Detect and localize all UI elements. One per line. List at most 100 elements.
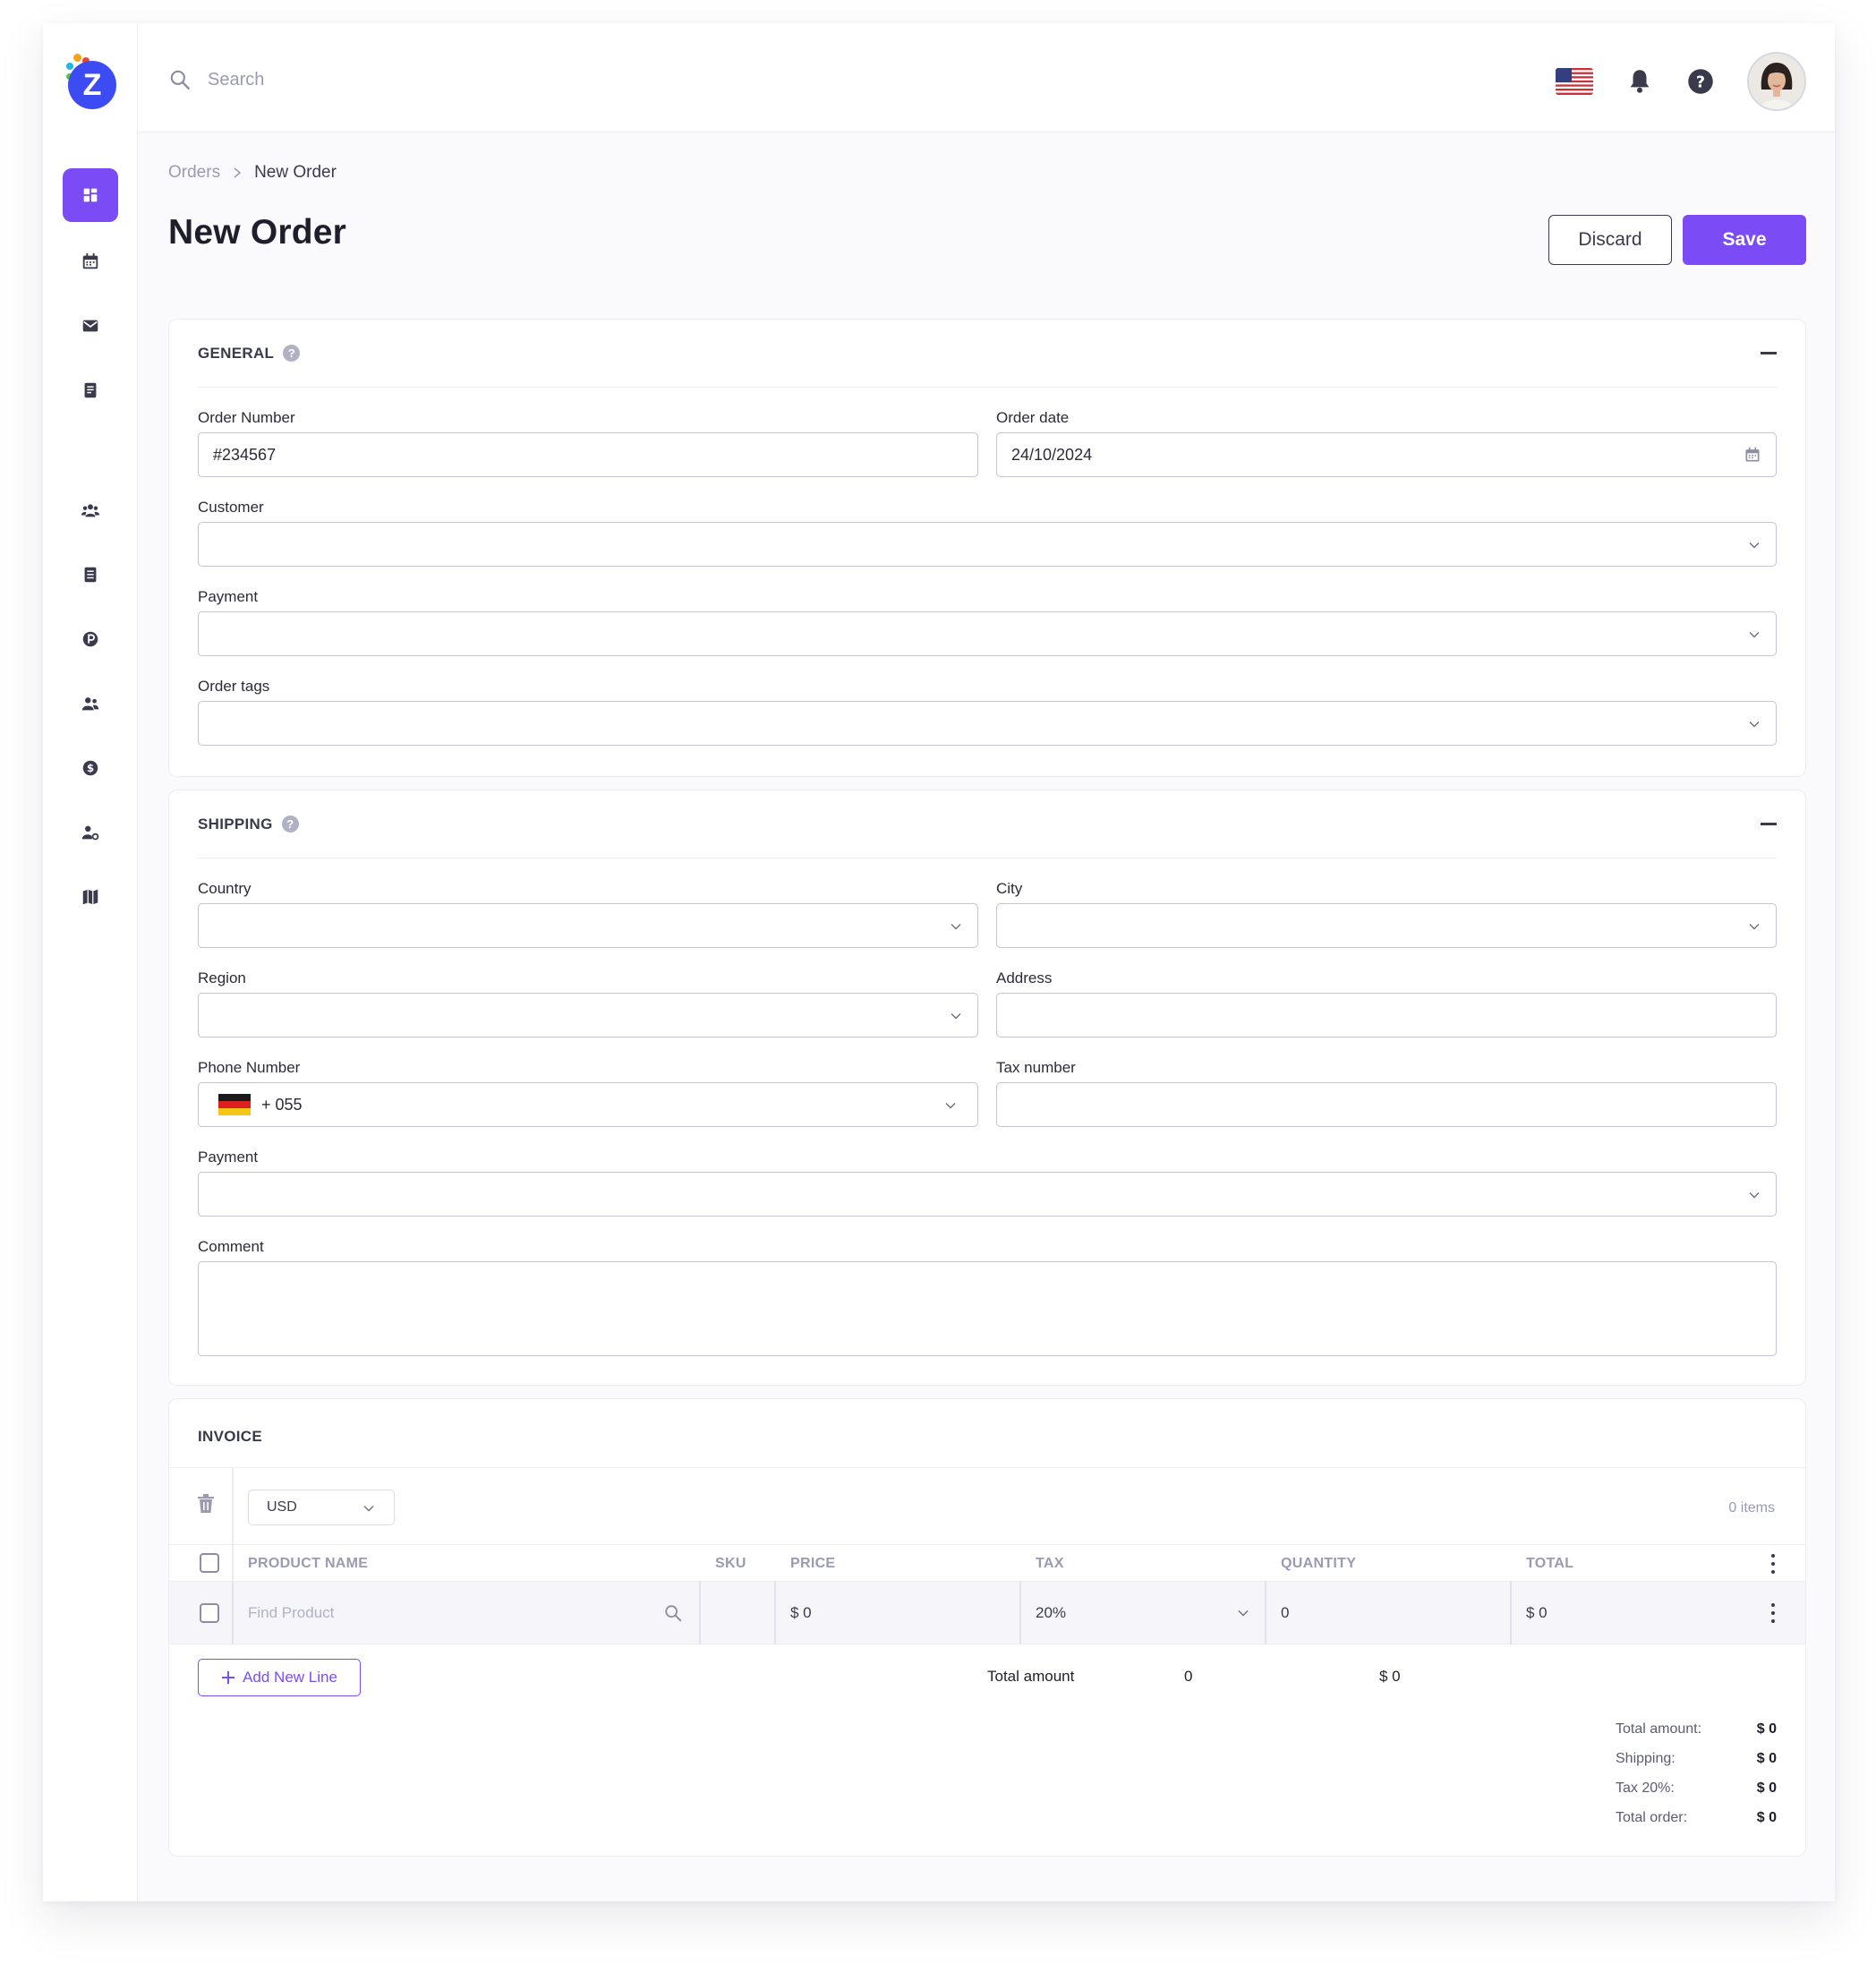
product-search-field[interactable]: Find Product bbox=[248, 1582, 695, 1644]
german-flag-icon[interactable] bbox=[218, 1094, 251, 1115]
currency-select[interactable]: USD bbox=[248, 1490, 395, 1525]
chevron-down-icon bbox=[1749, 1192, 1760, 1199]
region-label: Region bbox=[198, 969, 246, 986]
map-icon bbox=[82, 889, 98, 905]
invoice-icon bbox=[84, 382, 97, 398]
top-bar: ? bbox=[138, 23, 1835, 132]
nav-map[interactable] bbox=[63, 870, 118, 924]
table-row: Find Product $ 0 20% 0 $ 0 bbox=[169, 1582, 1805, 1644]
page-title: New Order bbox=[168, 213, 347, 252]
us-flag-icon[interactable] bbox=[1556, 68, 1593, 95]
city-select[interactable] bbox=[996, 903, 1777, 948]
tax-number-input[interactable] bbox=[996, 1082, 1777, 1127]
search-input[interactable] bbox=[208, 69, 566, 90]
order-number-field[interactable]: #234567 bbox=[198, 432, 978, 477]
tax-select[interactable]: 20% bbox=[1036, 1582, 1259, 1644]
order-date-field[interactable]: 24/10/2024 bbox=[996, 432, 1777, 477]
help-icon[interactable]: ? bbox=[1686, 67, 1715, 96]
nav-dashboard[interactable] bbox=[63, 168, 118, 222]
shipping-payment-select[interactable] bbox=[198, 1172, 1777, 1217]
app-window: Z $ Search ? Orders New Order New Order … bbox=[43, 23, 1835, 1901]
search-icon[interactable] bbox=[663, 1603, 683, 1623]
nav-team[interactable] bbox=[63, 483, 118, 537]
search-bar[interactable] bbox=[168, 68, 566, 91]
kebab-icon[interactable] bbox=[1771, 1603, 1775, 1623]
breadcrumb-current: New Order bbox=[254, 163, 337, 182]
column-price[interactable]: PRICE bbox=[790, 1556, 835, 1572]
address-input[interactable] bbox=[996, 993, 1777, 1038]
column-total[interactable]: TOTAL bbox=[1526, 1556, 1573, 1572]
total-amount-label: Total amount bbox=[987, 1668, 1075, 1685]
collapse-button[interactable] bbox=[1761, 352, 1777, 354]
kebab-icon[interactable] bbox=[1771, 1554, 1775, 1574]
discard-button[interactable]: Discard bbox=[1548, 215, 1672, 265]
quantity-cell[interactable]: 0 bbox=[1281, 1582, 1505, 1644]
nav-parking[interactable] bbox=[63, 612, 118, 666]
section-title: SHIPPING bbox=[198, 815, 273, 833]
shipping-header: SHIPPING ? bbox=[198, 790, 1777, 858]
price-cell[interactable]: $ 0 bbox=[790, 1582, 1014, 1644]
breadcrumb-orders-link[interactable]: Orders bbox=[168, 163, 220, 183]
chevron-down-icon[interactable] bbox=[945, 1100, 956, 1111]
column-sku[interactable]: SKU bbox=[715, 1556, 746, 1572]
order-tags-label: Order tags bbox=[198, 678, 270, 695]
logo-mark: Z bbox=[68, 61, 116, 109]
customer-select[interactable] bbox=[198, 522, 1777, 567]
nav-user-settings[interactable] bbox=[63, 806, 118, 859]
divider bbox=[232, 1582, 234, 1644]
nav-users[interactable] bbox=[63, 677, 118, 730]
chevron-down-icon bbox=[1749, 722, 1760, 728]
payment-select[interactable] bbox=[198, 611, 1777, 656]
app-logo[interactable]: Z bbox=[64, 54, 116, 109]
order-date-label: Order date bbox=[996, 409, 1070, 426]
chevron-down-icon bbox=[1749, 542, 1760, 549]
column-quantity[interactable]: QUANTITY bbox=[1281, 1556, 1356, 1572]
address-label: Address bbox=[996, 969, 1053, 986]
summary-label: Total amount: bbox=[1616, 1721, 1702, 1737]
users-icon bbox=[81, 697, 99, 711]
add-new-line-button[interactable]: Add New Line bbox=[198, 1659, 361, 1696]
sku-cell[interactable] bbox=[715, 1582, 769, 1644]
nav-mail[interactable] bbox=[63, 299, 118, 353]
product-placeholder: Find Product bbox=[248, 1604, 335, 1621]
nav-finance[interactable]: $ bbox=[63, 741, 118, 795]
chevron-down-icon bbox=[951, 924, 961, 930]
row-checkbox[interactable] bbox=[200, 1603, 219, 1623]
phone-input[interactable]: + 055 bbox=[198, 1082, 978, 1127]
column-product-name[interactable]: PRODUCT NAME bbox=[248, 1556, 368, 1572]
column-tax[interactable]: TAX bbox=[1036, 1556, 1064, 1572]
section-title: GENERAL bbox=[198, 344, 275, 362]
general-section: GENERAL ? Order Number #234567 Order dat… bbox=[168, 319, 1806, 777]
trash-icon[interactable] bbox=[196, 1493, 216, 1515]
calendar-icon[interactable] bbox=[1744, 446, 1761, 464]
total-value: $ 0 bbox=[1379, 1668, 1401, 1685]
summary-label: Shipping: bbox=[1616, 1751, 1676, 1766]
comment-textarea[interactable] bbox=[198, 1261, 1777, 1356]
select-all-checkbox[interactable] bbox=[200, 1553, 219, 1573]
collapse-button[interactable] bbox=[1761, 823, 1777, 825]
chevron-down-icon bbox=[363, 1506, 374, 1512]
bell-icon[interactable] bbox=[1625, 67, 1654, 96]
total-quantity: 0 bbox=[1184, 1668, 1193, 1685]
summary-value: $ 0 bbox=[1756, 1721, 1777, 1737]
document-icon bbox=[84, 567, 97, 583]
order-tags-select[interactable] bbox=[198, 701, 1777, 746]
parking-icon bbox=[82, 631, 98, 647]
shipping-payment-label: Payment bbox=[198, 1149, 259, 1166]
nav-documents[interactable] bbox=[63, 548, 118, 602]
top-actions: ? bbox=[1556, 52, 1806, 111]
country-select[interactable] bbox=[198, 903, 978, 948]
summary-value: $ 0 bbox=[1756, 1780, 1777, 1796]
tax-value: 20% bbox=[1036, 1604, 1067, 1621]
nav-invoices[interactable] bbox=[63, 363, 118, 417]
add-line-label: Add New Line bbox=[243, 1669, 337, 1686]
help-icon[interactable]: ? bbox=[283, 345, 301, 362]
logo-dot bbox=[66, 63, 73, 70]
divider bbox=[1510, 1582, 1512, 1644]
payment-label: Payment bbox=[198, 588, 259, 605]
nav-calendar[interactable] bbox=[63, 235, 118, 288]
avatar[interactable] bbox=[1747, 52, 1806, 111]
region-select[interactable] bbox=[198, 993, 978, 1038]
help-icon[interactable]: ? bbox=[281, 815, 299, 833]
save-button[interactable]: Save bbox=[1683, 215, 1806, 265]
